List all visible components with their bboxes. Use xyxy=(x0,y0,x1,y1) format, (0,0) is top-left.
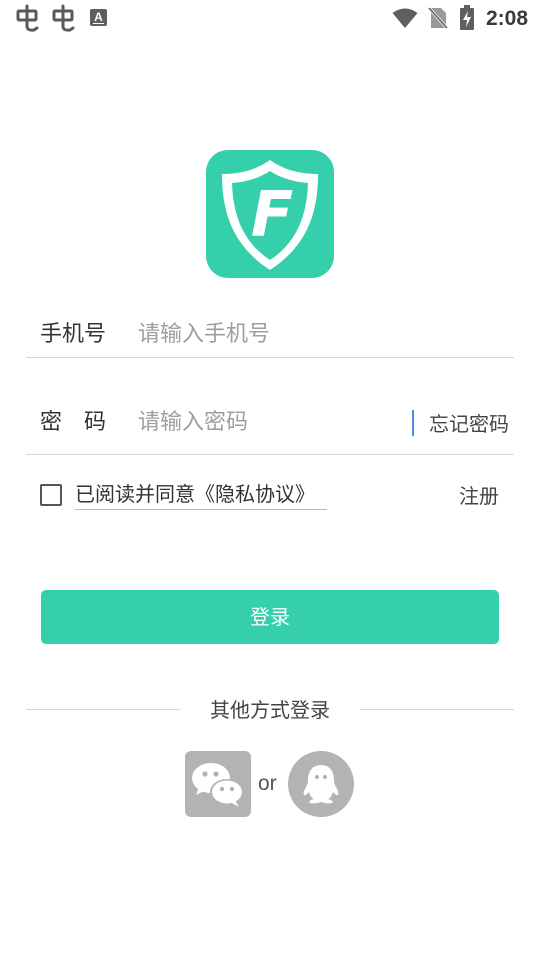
login-screen: A 2:08 F 手机号 密 码 忘记密码 已阅读并同意《隐私协议》 xyxy=(0,0,540,960)
or-separator: or xyxy=(258,772,277,795)
field-separator xyxy=(412,410,414,436)
forgot-password-link[interactable]: 忘记密码 xyxy=(429,409,509,439)
bug-icon xyxy=(16,4,39,32)
shield-f-icon: F xyxy=(222,160,318,270)
phone-input[interactable] xyxy=(138,320,498,350)
other-login-line-left xyxy=(26,709,180,710)
phone-divider xyxy=(26,357,514,358)
app-logo: F xyxy=(206,150,334,278)
qq-penguin-icon xyxy=(303,765,339,804)
login-button[interactable]: 登录 xyxy=(41,590,499,644)
battery-charging-icon xyxy=(460,5,474,30)
logo-letter: F xyxy=(251,178,293,251)
password-input[interactable] xyxy=(138,408,398,438)
wechat-icon xyxy=(192,763,244,807)
password-label: 密 码 xyxy=(40,410,107,435)
a-notification-icon: A xyxy=(90,9,107,26)
password-divider xyxy=(26,454,514,455)
no-sim-icon xyxy=(428,6,448,30)
bug-icon xyxy=(52,4,75,32)
wifi-icon xyxy=(392,8,418,28)
other-login-line-right xyxy=(360,709,514,710)
agreement-checkbox[interactable] xyxy=(40,484,62,506)
wechat-login-button[interactable] xyxy=(185,751,251,817)
status-bar: A 2:08 xyxy=(0,0,540,38)
phone-label: 手机号 xyxy=(40,322,107,347)
other-login-label: 其他方式登录 xyxy=(210,698,330,722)
qq-login-button[interactable] xyxy=(288,751,354,817)
status-time: 2:08 xyxy=(485,7,528,30)
agreement-link[interactable]: 已阅读并同意《隐私协议》 xyxy=(75,479,327,510)
register-link[interactable]: 注册 xyxy=(459,481,499,511)
